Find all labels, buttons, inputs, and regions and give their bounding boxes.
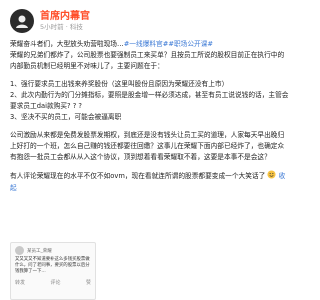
post-paragraph: 1、强行要求员工出钱来养奖股份（这里叫股份且原因为荣耀还没有上市）	[10, 80, 229, 88]
post-card: 首席内幕官 5小时前 · 科技 荣耀奋斗者们，大型放头劝营啦现场…#一线爆料官#…	[0, 0, 300, 300]
post-paragraph: 公司激励从来都是免费发股票发期权，到底还是没有钱头让员工买的道理，人家每天早出晚…	[10, 131, 285, 161]
comment-label: 评论	[50, 279, 61, 286]
hashtag-link[interactable]: #一线爆料官#	[124, 40, 169, 48]
share-label: 转发	[15, 279, 26, 286]
embedded-screenshot[interactable]: 某员工_荣耀 又又又又不知道要补这么多钱买股票做什么，问了老同事，要买的股票以后…	[10, 242, 96, 300]
post-intro: 荣耀奋斗者们，大型放头劝营啦现场…	[10, 40, 124, 48]
screenshot-username: 某员工_荣耀	[27, 248, 52, 254]
like-label: 赞	[85, 279, 91, 286]
avatar[interactable]	[10, 9, 34, 33]
screenshot-text: 又又又又不知道要补这么多钱买股票做什么，问了老同事，要买的股票以后分钱我算了一下…	[15, 257, 90, 275]
avatar	[15, 246, 24, 255]
post-paragraph: 2、此次内勤行为的门分摊指标，要照是股金增一样必须达成，甚至有员工说说钱的话，主…	[10, 91, 289, 110]
post-paragraph: 荣耀的兄弟们都炸了，公司股票也要强制员工来买单？且按员工所说的股权目前正在执行中…	[10, 51, 285, 70]
post-paragraph: 3、坚决不买的员工，可能会被逼离职	[10, 113, 122, 121]
post-header: 首席内幕官 5小时前 · 科技	[10, 6, 290, 36]
post-time: 5小时前 · 科技	[40, 22, 83, 31]
screenshot-actions: 转发 评论 赞	[15, 279, 91, 286]
post-body: 荣耀奋斗者们，大型放头劝营啦现场…#一线爆料官##职场公开课# 荣耀的兄弟们都炸…	[10, 39, 290, 194]
username[interactable]: 首席内幕官	[40, 11, 90, 22]
avatar-icon	[16, 15, 28, 28]
emoji-icon	[267, 170, 277, 183]
post-paragraph: 有人评论荣耀现在的水平不仅不如ovm，现在看就连所谓的股票都要变成一个大笑话了	[10, 172, 266, 180]
hashtag-link[interactable]: #职场公开课#	[168, 40, 213, 48]
